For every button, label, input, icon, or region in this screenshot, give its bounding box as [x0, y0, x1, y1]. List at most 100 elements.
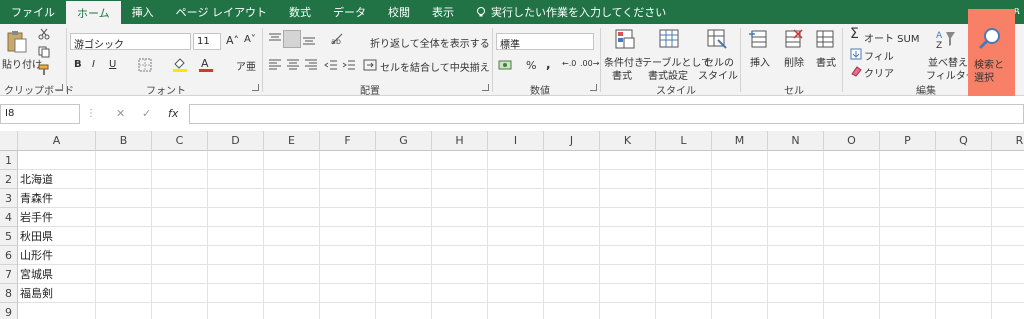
- cell-Q5[interactable]: [936, 227, 992, 246]
- cell-B4[interactable]: [96, 208, 152, 227]
- cell-L4[interactable]: [656, 208, 712, 227]
- cell-P4[interactable]: [880, 208, 936, 227]
- font-size-select[interactable]: 11: [193, 33, 221, 50]
- cell-D8[interactable]: [208, 284, 264, 303]
- tab-3[interactable]: ページ レイアウト: [165, 0, 278, 24]
- tab-7[interactable]: 表示: [421, 0, 465, 24]
- column-header[interactable]: P: [880, 131, 936, 151]
- row-header[interactable]: 5: [0, 227, 18, 246]
- cell-styles-label2[interactable]: スタイル: [698, 67, 738, 82]
- cell-G5[interactable]: [376, 227, 432, 246]
- percent-button[interactable]: %: [526, 59, 536, 72]
- cut-icon[interactable]: [38, 28, 50, 40]
- clipboard-launcher-icon[interactable]: [56, 84, 63, 91]
- cell-F9[interactable]: [320, 303, 376, 319]
- cell-A3[interactable]: 青森件: [18, 189, 96, 208]
- cell-P1[interactable]: [880, 151, 936, 170]
- cell-R5[interactable]: [992, 227, 1024, 246]
- cell-I9[interactable]: [488, 303, 544, 319]
- cell-N4[interactable]: [768, 208, 824, 227]
- cell-R2[interactable]: [992, 170, 1024, 189]
- cell-L7[interactable]: [656, 265, 712, 284]
- tab-0[interactable]: ファイル: [0, 0, 66, 24]
- select-all-corner[interactable]: [0, 131, 18, 151]
- cell-B8[interactable]: [96, 284, 152, 303]
- alignment-launcher-icon[interactable]: [482, 84, 489, 91]
- cell-G3[interactable]: [376, 189, 432, 208]
- column-header[interactable]: H: [432, 131, 488, 151]
- cell-F6[interactable]: [320, 246, 376, 265]
- cell-Q3[interactable]: [936, 189, 992, 208]
- cell-H9[interactable]: [432, 303, 488, 319]
- copy-icon[interactable]: [38, 46, 50, 58]
- cell-A7[interactable]: 宮城県: [18, 265, 96, 284]
- cell-R4[interactable]: [992, 208, 1024, 227]
- cell-I7[interactable]: [488, 265, 544, 284]
- cell-N8[interactable]: [768, 284, 824, 303]
- cell-Q7[interactable]: [936, 265, 992, 284]
- cell-R3[interactable]: [992, 189, 1024, 208]
- cell-I3[interactable]: [488, 189, 544, 208]
- cell-J3[interactable]: [544, 189, 600, 208]
- cell-R6[interactable]: [992, 246, 1024, 265]
- underline-button[interactable]: U: [109, 59, 116, 70]
- cell-P5[interactable]: [880, 227, 936, 246]
- column-header[interactable]: F: [320, 131, 376, 151]
- cell-B1[interactable]: [96, 151, 152, 170]
- increase-indent-icon[interactable]: [342, 58, 356, 72]
- paste-icon[interactable]: [6, 30, 28, 54]
- cell-B2[interactable]: [96, 170, 152, 189]
- cell-K6[interactable]: [600, 246, 656, 265]
- cell-C8[interactable]: [152, 284, 208, 303]
- phonetic-icon[interactable]: ア亜: [236, 58, 256, 73]
- align-center-icon[interactable]: [286, 58, 300, 72]
- row-header[interactable]: 6: [0, 246, 18, 265]
- cell-E7[interactable]: [264, 265, 320, 284]
- cell-F4[interactable]: [320, 208, 376, 227]
- sort-filter-icon[interactable]: AZ: [934, 28, 956, 50]
- cell-A1[interactable]: [18, 151, 96, 170]
- cell-I8[interactable]: [488, 284, 544, 303]
- cell-K2[interactable]: [600, 170, 656, 189]
- cell-B5[interactable]: [96, 227, 152, 246]
- tab-4[interactable]: 数式: [278, 0, 322, 24]
- shrink-font-icon[interactable]: A˅: [244, 34, 256, 45]
- cell-A2[interactable]: 北海道: [18, 170, 96, 189]
- cell-F1[interactable]: [320, 151, 376, 170]
- column-header[interactable]: K: [600, 131, 656, 151]
- cell-L8[interactable]: [656, 284, 712, 303]
- cell-G2[interactable]: [376, 170, 432, 189]
- eraser-icon[interactable]: [850, 65, 862, 77]
- cell-R7[interactable]: [992, 265, 1024, 284]
- find-select-button[interactable]: 検索と 選択: [968, 9, 1015, 96]
- column-header[interactable]: L: [656, 131, 712, 151]
- cell-P8[interactable]: [880, 284, 936, 303]
- row-header[interactable]: 4: [0, 208, 18, 227]
- cell-J6[interactable]: [544, 246, 600, 265]
- cell-F8[interactable]: [320, 284, 376, 303]
- cell-R8[interactable]: [992, 284, 1024, 303]
- cell-C6[interactable]: [152, 246, 208, 265]
- cell-N5[interactable]: [768, 227, 824, 246]
- row-header[interactable]: 8: [0, 284, 18, 303]
- cell-L9[interactable]: [656, 303, 712, 319]
- cell-K8[interactable]: [600, 284, 656, 303]
- delete-cells-button[interactable]: 削除: [784, 54, 804, 69]
- cell-E8[interactable]: [264, 284, 320, 303]
- cell-O5[interactable]: [824, 227, 880, 246]
- delete-cells-icon[interactable]: [782, 28, 804, 50]
- cell-E5[interactable]: [264, 227, 320, 246]
- format-as-table-icon[interactable]: [658, 28, 680, 50]
- cell-B6[interactable]: [96, 246, 152, 265]
- cancel-button[interactable]: ✕: [116, 107, 125, 120]
- cell-O3[interactable]: [824, 189, 880, 208]
- insert-cells-icon[interactable]: [748, 28, 770, 50]
- cell-D2[interactable]: [208, 170, 264, 189]
- cell-K9[interactable]: [600, 303, 656, 319]
- fill-color-icon[interactable]: [172, 56, 188, 72]
- cell-L3[interactable]: [656, 189, 712, 208]
- bold-button[interactable]: B: [74, 59, 82, 70]
- enter-button[interactable]: ✓: [142, 107, 151, 120]
- row-header[interactable]: 3: [0, 189, 18, 208]
- align-bottom-icon[interactable]: [302, 32, 316, 46]
